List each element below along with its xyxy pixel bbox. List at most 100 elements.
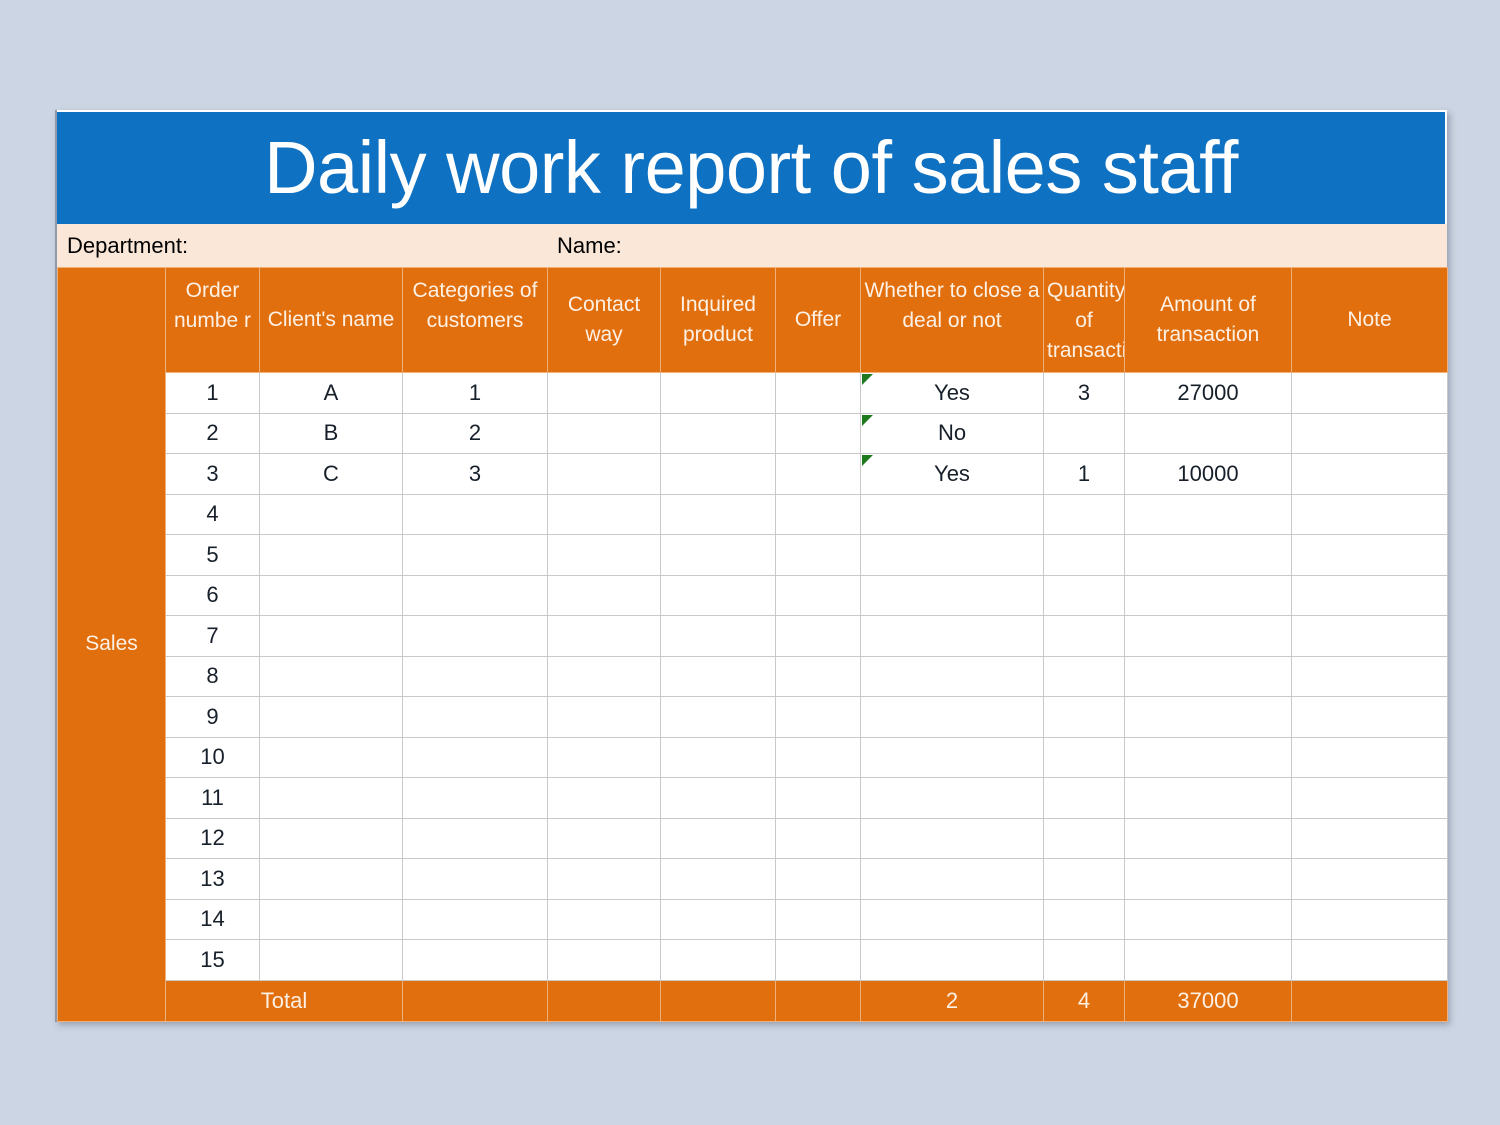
cell-note[interactable] [1291,615,1448,657]
cell-client[interactable] [259,534,403,576]
column-header[interactable]: Note [1291,267,1448,373]
cell-offer[interactable] [775,493,861,535]
column-header[interactable]: Order numbe r [165,267,260,373]
cell-amount[interactable] [1124,858,1292,900]
cell-contact[interactable] [547,777,661,819]
cell-note[interactable] [1291,412,1448,454]
cell-deal[interactable] [860,534,1044,576]
cell-quantity[interactable] [1043,858,1125,900]
cell-offer[interactable] [775,615,861,657]
cell-deal[interactable] [860,655,1044,697]
cell-deal[interactable]: Yes [860,372,1044,414]
cell-product[interactable] [660,939,776,981]
cell-quantity[interactable] [1043,534,1125,576]
cell-offer[interactable] [775,655,861,697]
cell-note[interactable] [1291,655,1448,697]
cell-product[interactable] [660,372,776,414]
cell-category[interactable]: 2 [402,412,548,454]
cell-client[interactable] [259,939,403,981]
cell-client[interactable] [259,574,403,616]
cell-contact[interactable] [547,817,661,859]
cell-note[interactable] [1291,858,1448,900]
cell-deal[interactable] [860,615,1044,657]
cell-offer[interactable] [775,817,861,859]
cell-contact[interactable] [547,412,661,454]
column-header[interactable]: Categories of customers [402,267,548,373]
cell-offer[interactable] [775,736,861,778]
cell-client[interactable] [259,736,403,778]
cell-note[interactable] [1291,736,1448,778]
cell-note[interactable] [1291,777,1448,819]
cell-client[interactable] [259,696,403,738]
cell-order[interactable]: 9 [165,696,260,738]
cell-amount[interactable] [1124,736,1292,778]
cell-deal[interactable] [860,696,1044,738]
cell-order[interactable]: 1 [165,372,260,414]
cell-offer[interactable] [775,574,861,616]
cell-deal[interactable] [860,777,1044,819]
cell-order[interactable]: 14 [165,898,260,940]
cell-category[interactable] [402,615,548,657]
cell-product[interactable] [660,696,776,738]
cell-category[interactable] [402,898,548,940]
cell-product[interactable] [660,412,776,454]
cell-contact[interactable] [547,493,661,535]
cell-category[interactable] [402,777,548,819]
cell-quantity[interactable] [1043,898,1125,940]
cell-category[interactable] [402,574,548,616]
cell-quantity[interactable] [1043,574,1125,616]
cell-category[interactable]: 3 [402,453,548,495]
cell-contact[interactable] [547,939,661,981]
cell-amount[interactable] [1124,696,1292,738]
cell-order[interactable]: 13 [165,858,260,900]
cell-quantity[interactable]: 1 [1043,453,1125,495]
cell-offer[interactable] [775,412,861,454]
cell-product[interactable] [660,574,776,616]
cell-quantity[interactable] [1043,939,1125,981]
cell-offer[interactable] [775,372,861,414]
cell-product[interactable] [660,858,776,900]
cell-offer[interactable] [775,534,861,576]
cell-note[interactable] [1291,817,1448,859]
cell-amount[interactable] [1124,655,1292,697]
column-header[interactable]: Whether to close a deal or not [860,267,1044,373]
cell-note[interactable] [1291,493,1448,535]
cell-amount[interactable] [1124,817,1292,859]
cell-contact[interactable] [547,372,661,414]
cell-note[interactable] [1291,898,1448,940]
cell-amount[interactable] [1124,615,1292,657]
cell-quantity[interactable] [1043,615,1125,657]
cell-offer[interactable] [775,453,861,495]
cell-quantity[interactable] [1043,736,1125,778]
cell-order[interactable]: 3 [165,453,260,495]
cell-client[interactable] [259,493,403,535]
cell-amount[interactable] [1124,412,1292,454]
cell-category[interactable] [402,817,548,859]
cell-offer[interactable] [775,858,861,900]
cell-note[interactable] [1291,534,1448,576]
cell-client[interactable]: A [259,372,403,414]
cell-quantity[interactable]: 3 [1043,372,1125,414]
cell-quantity[interactable] [1043,493,1125,535]
cell-client[interactable] [259,817,403,859]
cell-amount[interactable] [1124,574,1292,616]
column-header[interactable]: Client's name [259,267,403,373]
cell-note[interactable] [1291,696,1448,738]
cell-quantity[interactable] [1043,412,1125,454]
cell-offer[interactable] [775,696,861,738]
cell-order[interactable]: 11 [165,777,260,819]
cell-order[interactable]: 8 [165,655,260,697]
cell-product[interactable] [660,453,776,495]
column-header[interactable]: Amount of transaction [1124,267,1292,373]
cell-amount[interactable]: 27000 [1124,372,1292,414]
cell-product[interactable] [660,655,776,697]
cell-order[interactable]: 7 [165,615,260,657]
cell-order[interactable]: 12 [165,817,260,859]
cell-product[interactable] [660,534,776,576]
cell-amount[interactable] [1124,939,1292,981]
cell-note[interactable] [1291,372,1448,414]
cell-deal[interactable] [860,493,1044,535]
cell-deal[interactable] [860,574,1044,616]
cell-deal[interactable] [860,939,1044,981]
cell-client[interactable] [259,615,403,657]
